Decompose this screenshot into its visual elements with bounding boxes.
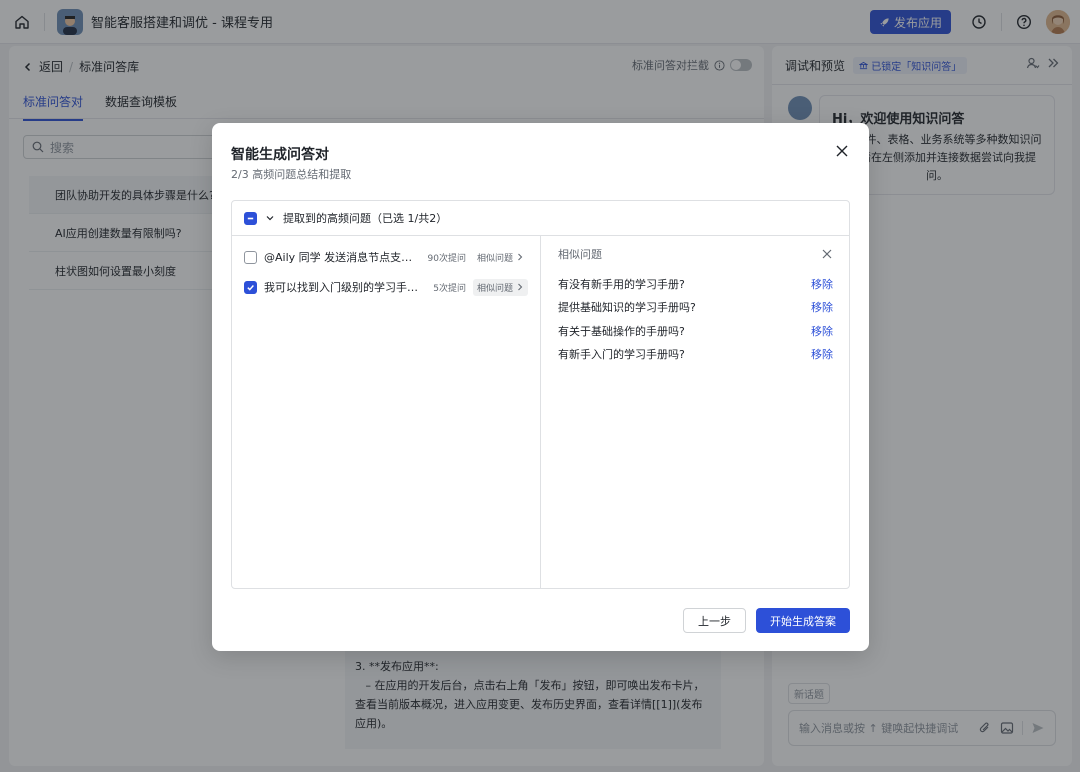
chevron-right-icon <box>518 283 523 291</box>
similar-item: 有关于基础操作的手册吗? 移除 <box>558 319 833 343</box>
similar-item-text: 有新手入门的学习手册吗? <box>558 348 685 362</box>
dialog-footer: 上一步 开始生成答案 <box>683 608 850 633</box>
group-header: 提取到的高频问题（已选 1/共2） <box>232 201 849 236</box>
similar-questions-link[interactable]: 相似问题 <box>472 278 528 296</box>
list-item[interactable]: 我可以找到入门级别的学习手册吗? 5次提问 相似问题 <box>232 272 540 302</box>
generate-qa-dialog: 智能生成问答对 2/3 高频问题总结和提取 提取到的高频问题（已选 1/共2） … <box>212 123 869 651</box>
close-icon[interactable] <box>821 248 833 260</box>
question-text: @Aily 同学 发送消息节点支持 markdown 吗? <box>264 251 421 264</box>
remove-button[interactable]: 移除 <box>811 346 833 362</box>
similar-label: 相似问题 <box>476 253 513 264</box>
list-item[interactable]: @Aily 同学 发送消息节点支持 markdown 吗? 90次提问 相似问题 <box>232 242 540 272</box>
question-text: 我可以找到入门级别的学习手册吗? <box>264 281 427 294</box>
question-count: 90次提问 <box>427 253 466 264</box>
chevron-down-icon[interactable] <box>265 213 275 223</box>
select-all-checkbox[interactable] <box>244 211 257 225</box>
similar-panel-header: 相似问题 <box>558 236 833 272</box>
similar-item: 提供基础知识的学习手册吗? 移除 <box>558 296 833 320</box>
dialog-title: 智能生成问答对 <box>231 147 329 163</box>
group-header-label: 提取到的高频问题（已选 1/共2） <box>283 212 448 225</box>
previous-step-button[interactable]: 上一步 <box>683 608 746 633</box>
frequent-question-list: @Aily 同学 发送消息节点支持 markdown 吗? 90次提问 相似问题… <box>232 236 541 588</box>
chevron-right-icon <box>518 253 523 261</box>
question-selection-box: 提取到的高频问题（已选 1/共2） @Aily 同学 发送消息节点支持 mark… <box>231 200 850 589</box>
remove-button[interactable]: 移除 <box>811 299 833 315</box>
question-checkbox[interactable] <box>244 250 257 264</box>
remove-button[interactable]: 移除 <box>811 323 833 339</box>
generate-answers-button[interactable]: 开始生成答案 <box>756 608 850 633</box>
question-checkbox[interactable] <box>244 280 257 294</box>
similar-label: 相似问题 <box>476 283 513 294</box>
similar-item: 有新手入门的学习手册吗? 移除 <box>558 343 833 367</box>
similar-questions-panel: 相似问题 有没有新手用的学习手册? 移除 提供基础知识的学习手册吗? 移除 有关… <box>542 236 849 588</box>
similar-panel-title: 相似问题 <box>558 248 602 261</box>
similar-item: 有没有新手用的学习手册? 移除 <box>558 272 833 296</box>
similar-item-text: 有没有新手用的学习手册? <box>558 277 685 291</box>
close-icon[interactable] <box>834 143 850 159</box>
similar-questions-link[interactable]: 相似问题 <box>473 249 528 266</box>
dialog-subtitle: 2/3 高频问题总结和提取 <box>231 168 352 181</box>
question-count: 5次提问 <box>433 283 466 294</box>
remove-button[interactable]: 移除 <box>811 276 833 292</box>
similar-item-text: 提供基础知识的学习手册吗? <box>558 301 696 315</box>
similar-item-text: 有关于基础操作的手册吗? <box>558 324 685 338</box>
